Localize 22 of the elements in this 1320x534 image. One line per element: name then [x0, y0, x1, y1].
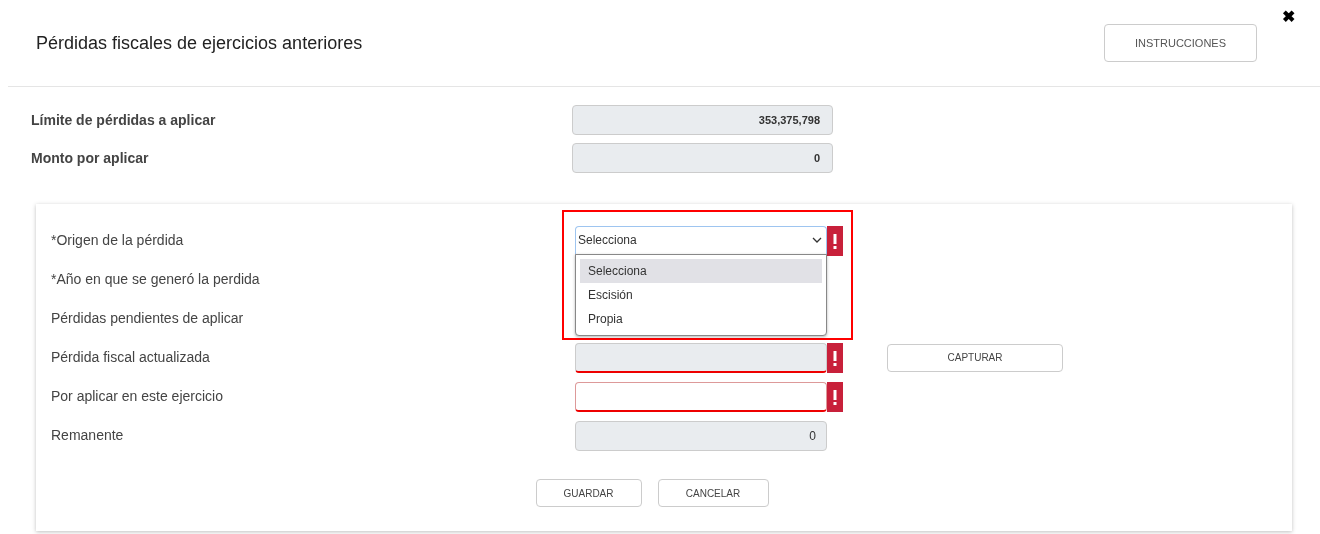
save-button[interactable]: GUARDAR [535, 479, 642, 507]
field-label: Pérdidas pendientes de aplicar [51, 309, 245, 328]
field-label: Límite de pérdidas a aplicar [31, 110, 217, 130]
close-button[interactable]: ✖ [1282, 7, 1295, 27]
field-label: *Año en que se generó la perdida [51, 270, 261, 289]
dropdown-option[interactable]: Selecciona [580, 259, 822, 283]
field-label: Remanente [51, 426, 125, 445]
readonly-field: 0 [572, 143, 833, 173]
instructions-button[interactable]: INSTRUCCIONES [1104, 24, 1257, 62]
field-label: Por aplicar en este ejercicio [51, 387, 224, 406]
input-field[interactable] [575, 381, 827, 412]
readonly-field: 353,375,798 [572, 105, 833, 135]
readonly-field: 0 [575, 420, 827, 451]
cancel-button[interactable]: CANCELAR [657, 479, 769, 507]
field-label: Pérdida fiscal actualizada [51, 348, 211, 367]
select-value: Selecciona [578, 232, 637, 249]
field-label: *Origen de la pérdida [51, 231, 185, 250]
capture-button[interactable]: CAPTURAR [887, 343, 1063, 372]
field-label: Monto por aplicar [31, 148, 150, 168]
chevron-down-icon [812, 237, 822, 243]
select-field[interactable]: Selecciona [575, 225, 827, 256]
dialog-title: Pérdidas fiscales de ejercicios anteriores [36, 31, 363, 55]
